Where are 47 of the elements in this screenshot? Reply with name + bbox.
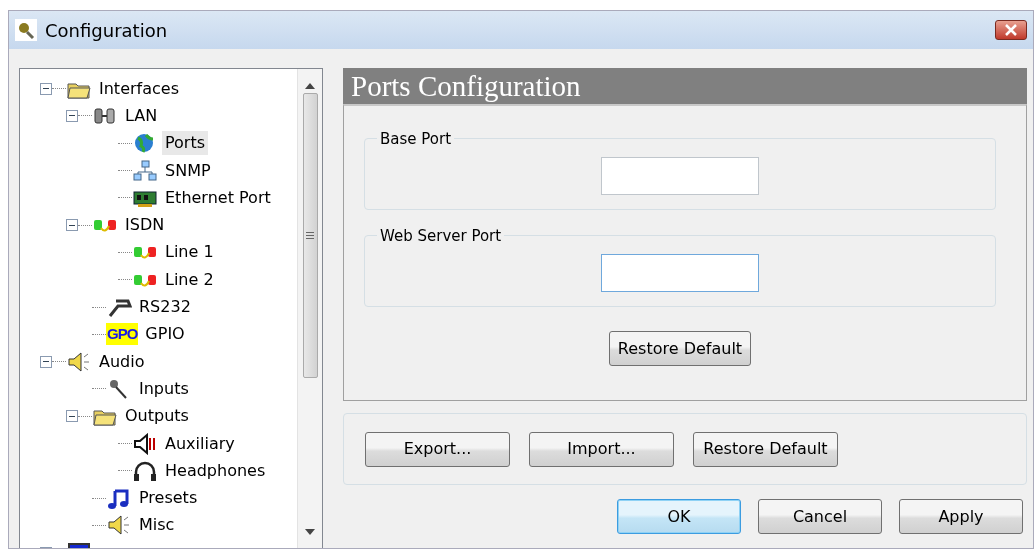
tree-item[interactable]: Ports [40,129,297,157]
restore-default-button[interactable]: Restore Default [608,331,752,366]
tree-item[interactable]: Outputs [40,402,297,430]
dialog-button[interactable]: Cancel [758,499,882,534]
collapse-icon[interactable] [66,219,78,232]
speaker-icon [66,350,92,373]
collapse-icon[interactable] [66,410,78,423]
speaker-icon [106,514,132,537]
action-button[interactable]: Import... [529,431,674,467]
tree-item[interactable]: RS232 [40,293,297,321]
music-note-icon [106,487,132,510]
speaker-icon [132,432,158,455]
scroll-up-icon[interactable] [305,83,315,89]
tree-item[interactable]: Interfaces [40,75,297,103]
collapse-icon[interactable] [40,82,52,95]
collapse-icon[interactable] [40,355,52,368]
tree-item[interactable]: Inputs [40,375,297,403]
computers-icon [132,159,158,182]
tree-item[interactable]: Misc [40,511,297,540]
close-icon [1005,24,1017,36]
tree-item[interactable]: Ethernet Port [40,184,297,212]
action-button[interactable]: Restore Default [693,431,838,467]
scroll-down-icon[interactable] [305,529,315,535]
tree-item[interactable]: SNMP [40,156,297,185]
scrollbar[interactable] [297,69,322,548]
window-title: Configuration [45,18,168,43]
tree-item[interactable]: Auxiliary [40,429,297,458]
close-button[interactable] [995,20,1027,40]
input-field[interactable] [601,254,759,292]
input-field[interactable] [601,157,759,195]
tree-item[interactable]: Line 1 [40,238,297,267]
action-button[interactable]: Export... [365,431,510,467]
tree-item[interactable]: Audio [40,347,297,376]
tree-item[interactable]: LAN [40,102,297,130]
panel-title: Ports Configuration [343,68,1027,104]
dialog-button[interactable]: Apply [899,499,1023,534]
tree-item[interactable]: Presets [40,484,297,512]
gpo-icon: GPO [106,323,139,346]
collapse-icon[interactable] [66,109,78,122]
dialog-button[interactable]: OK [617,499,741,534]
tree-item[interactable]: Headphones [40,457,297,485]
app-icon [15,19,37,41]
tree-item[interactable]: Line 2 [40,266,297,294]
tree-item[interactable]: ISDN [40,211,297,239]
tree-item[interactable]: GPO GPIO [40,320,297,348]
headphones-icon [132,459,158,482]
scroll-thumb[interactable] [302,93,318,378]
